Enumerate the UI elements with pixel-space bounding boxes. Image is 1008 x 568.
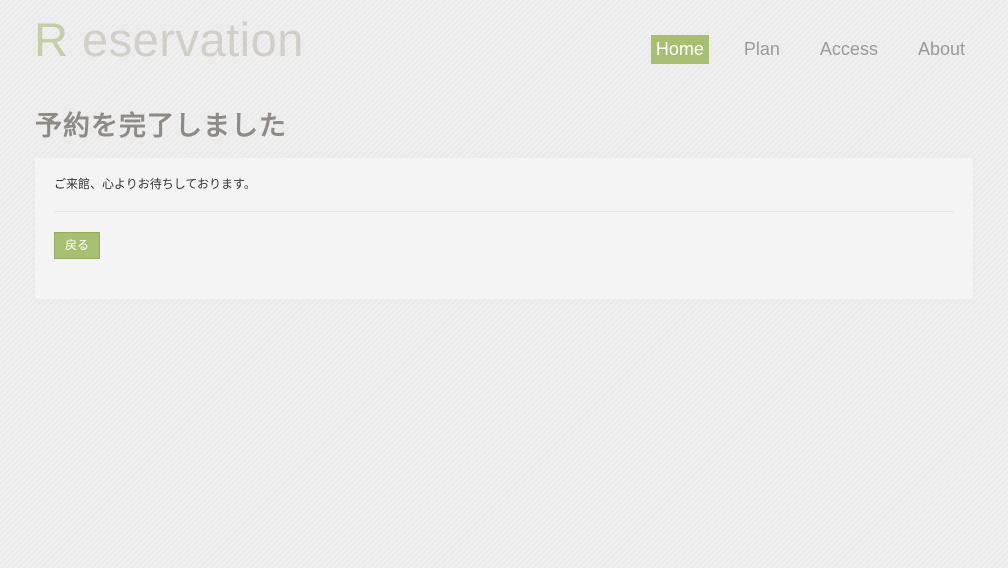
nav-item-plan[interactable]: Plan <box>739 35 785 64</box>
main-nav: Home Plan Access About <box>621 35 970 64</box>
nav-item-about[interactable]: About <box>913 35 970 64</box>
divider <box>54 211 954 212</box>
nav-item-access[interactable]: Access <box>815 35 883 64</box>
confirmation-message: ご来館、心よりお待ちしております。 <box>54 177 256 191</box>
page-title: 予約を完了しました <box>35 111 287 142</box>
back-button[interactable]: 戻る <box>54 232 101 259</box>
logo-initial: R <box>34 13 69 66</box>
nav-item-home[interactable]: Home <box>650 35 709 64</box>
logo-text: eservation <box>68 13 304 66</box>
site-logo[interactable]: R eservation <box>34 14 304 66</box>
confirmation-panel: ご来館、心よりお待ちしております。 戻る <box>35 158 973 299</box>
